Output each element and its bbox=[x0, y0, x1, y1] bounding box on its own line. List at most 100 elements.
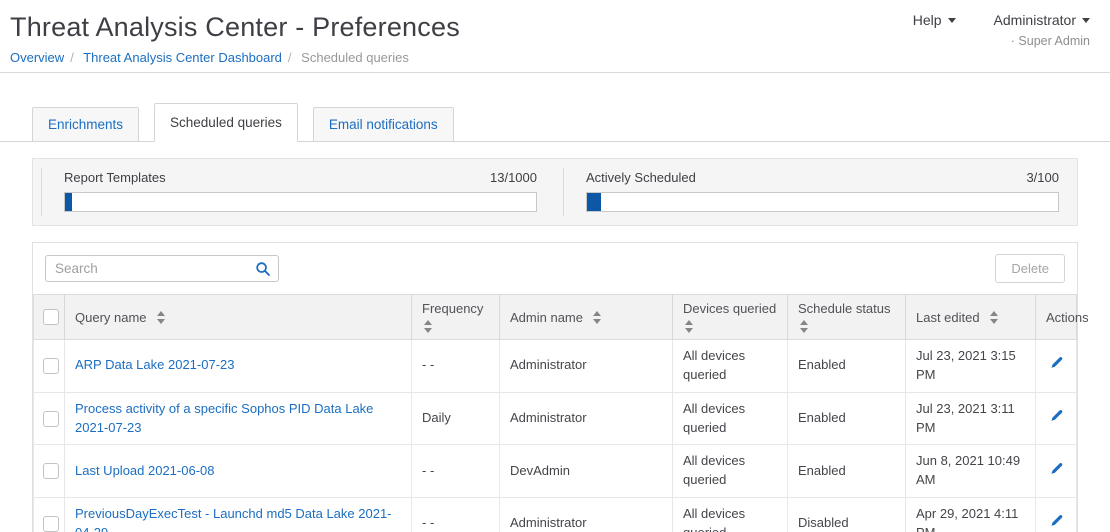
user-role: · Super Admin bbox=[913, 34, 1090, 48]
sort-arrows-icon[interactable] bbox=[157, 311, 165, 324]
breadcrumb-separator: / bbox=[70, 50, 74, 65]
edit-pencil-icon[interactable] bbox=[1049, 461, 1064, 482]
last-edited-cell: Jul 23, 2021 3:11 PM bbox=[906, 392, 1036, 445]
query-name-link[interactable]: ARP Data Lake 2021-07-23 bbox=[75, 357, 234, 372]
breadcrumb-item[interactable]: Overview bbox=[10, 50, 64, 65]
last-edited-cell: Jun 8, 2021 10:49 AM bbox=[906, 445, 1036, 498]
actions-cell bbox=[1036, 445, 1077, 498]
sort-arrows-icon[interactable] bbox=[685, 320, 693, 333]
query-name-link[interactable]: PreviousDayExecTest - Launchd md5 Data L… bbox=[75, 506, 392, 532]
query-name-link[interactable]: Process activity of a specific Sophos PI… bbox=[75, 401, 373, 435]
admin-name-cell: Administrator bbox=[500, 392, 673, 445]
tab[interactable]: Email notifications bbox=[313, 107, 454, 142]
breadcrumb-separator: / bbox=[288, 50, 292, 65]
tab[interactable]: Enrichments bbox=[32, 107, 139, 142]
actions-cell bbox=[1036, 340, 1077, 393]
query-name-cell: PreviousDayExecTest - Launchd md5 Data L… bbox=[65, 498, 412, 532]
actions-cell bbox=[1036, 392, 1077, 445]
column-header-label: Schedule status bbox=[798, 301, 891, 316]
last-edited-cell: Apr 29, 2021 4:11 PM bbox=[906, 498, 1036, 532]
query-name-cell: Process activity of a specific Sophos PI… bbox=[65, 392, 412, 445]
stat-label: Report Templates bbox=[64, 170, 166, 185]
breadcrumb: Overview / Threat Analysis Center Dashboa… bbox=[10, 50, 1090, 65]
select-all-checkbox[interactable] bbox=[43, 309, 59, 325]
column-header[interactable]: Schedule status bbox=[788, 295, 906, 340]
stats-panel: Report Templates 13/1000 Actively Schedu… bbox=[32, 158, 1078, 226]
chevron-down-icon bbox=[948, 18, 956, 23]
query-name-link[interactable]: Last Upload 2021-06-08 bbox=[75, 463, 215, 478]
scheduled-queries-table: Query name Frequency Admin n bbox=[33, 294, 1077, 532]
devices-queried-cell: All devices queried bbox=[673, 498, 788, 532]
column-header-label: Actions bbox=[1046, 310, 1089, 325]
schedule-status-cell: Disabled bbox=[788, 498, 906, 532]
table-header-row: Query name Frequency Admin n bbox=[34, 295, 1077, 340]
search-input[interactable] bbox=[45, 255, 279, 282]
column-header[interactable]: Admin name bbox=[500, 295, 673, 340]
column-header[interactable]: Actions bbox=[1036, 295, 1077, 340]
search-box bbox=[45, 255, 279, 282]
column-header[interactable]: Query name bbox=[65, 295, 412, 340]
row-checkbox-cell bbox=[34, 445, 65, 498]
chevron-down-icon bbox=[1082, 18, 1090, 23]
column-header[interactable]: Frequency bbox=[412, 295, 500, 340]
admin-name-cell: Administrator bbox=[500, 340, 673, 393]
table-row: ARP Data Lake 2021-07-23 - - Administrat… bbox=[34, 340, 1077, 393]
frequency-cell: Daily bbox=[412, 392, 500, 445]
schedule-status-cell: Enabled bbox=[788, 445, 906, 498]
row-checkbox-cell bbox=[34, 498, 65, 532]
tab-label: Email notifications bbox=[329, 117, 438, 132]
schedule-status-cell: Enabled bbox=[788, 340, 906, 393]
page-header: Threat Analysis Center - Preferences Ove… bbox=[0, 0, 1110, 73]
row-checkbox[interactable] bbox=[43, 411, 59, 427]
column-header-label: Devices queried bbox=[683, 301, 776, 316]
select-all-cell bbox=[34, 295, 65, 340]
row-checkbox-cell bbox=[34, 392, 65, 445]
admin-name-cell: Administrator bbox=[500, 498, 673, 532]
help-menu-label: Help bbox=[913, 12, 942, 28]
devices-queried-cell: All devices queried bbox=[673, 340, 788, 393]
edit-pencil-icon[interactable] bbox=[1049, 408, 1064, 429]
stat-value: 3/100 bbox=[1026, 170, 1059, 185]
help-menu[interactable]: Help bbox=[913, 12, 956, 28]
table-toolbar: Delete bbox=[33, 243, 1077, 294]
search-icon[interactable] bbox=[255, 261, 271, 277]
row-checkbox[interactable] bbox=[43, 358, 59, 374]
column-header-label: Admin name bbox=[510, 310, 583, 325]
last-edited-cell: Jul 23, 2021 3:15 PM bbox=[906, 340, 1036, 393]
sort-arrows-icon[interactable] bbox=[424, 320, 432, 333]
column-header-label: Last edited bbox=[916, 310, 980, 325]
row-checkbox[interactable] bbox=[43, 463, 59, 479]
breadcrumb-segment: Threat Analysis Center Dashboard / bbox=[83, 50, 297, 65]
frequency-cell: - - bbox=[412, 498, 500, 532]
column-header[interactable]: Devices queried bbox=[673, 295, 788, 340]
stat-label: Actively Scheduled bbox=[586, 170, 696, 185]
actions-cell bbox=[1036, 498, 1077, 532]
query-name-cell: ARP Data Lake 2021-07-23 bbox=[65, 340, 412, 393]
sort-arrows-icon[interactable] bbox=[990, 311, 998, 324]
column-header[interactable]: Last edited bbox=[906, 295, 1036, 340]
user-menu[interactable]: Administrator bbox=[994, 12, 1090, 28]
schedule-status-cell: Enabled bbox=[788, 392, 906, 445]
admin-name-cell: DevAdmin bbox=[500, 445, 673, 498]
column-header-label: Query name bbox=[75, 310, 147, 325]
breadcrumb-segment: Scheduled queries/ bbox=[301, 50, 409, 65]
edit-pencil-icon[interactable] bbox=[1049, 355, 1064, 376]
table-row: PreviousDayExecTest - Launchd md5 Data L… bbox=[34, 498, 1077, 532]
header-right: Help Administrator · Super Admin bbox=[913, 12, 1090, 48]
tab-label: Enrichments bbox=[48, 117, 123, 132]
stat-value: 13/1000 bbox=[490, 170, 537, 185]
tab[interactable]: Scheduled queries bbox=[154, 103, 298, 142]
row-checkbox[interactable] bbox=[43, 516, 59, 532]
progress-bar bbox=[64, 192, 537, 212]
edit-pencil-icon[interactable] bbox=[1049, 513, 1064, 532]
devices-queried-cell: All devices queried bbox=[673, 392, 788, 445]
sort-arrows-icon[interactable] bbox=[593, 311, 601, 324]
frequency-cell: - - bbox=[412, 445, 500, 498]
breadcrumb-item[interactable]: Scheduled queries bbox=[301, 50, 409, 65]
query-name-cell: Last Upload 2021-06-08 bbox=[65, 445, 412, 498]
sort-arrows-icon[interactable] bbox=[800, 320, 808, 333]
delete-button[interactable]: Delete bbox=[995, 254, 1065, 283]
breadcrumb-item[interactable]: Threat Analysis Center Dashboard bbox=[83, 50, 282, 65]
tab-label: Scheduled queries bbox=[170, 115, 282, 130]
table-card: Delete Query name bbox=[32, 242, 1078, 532]
